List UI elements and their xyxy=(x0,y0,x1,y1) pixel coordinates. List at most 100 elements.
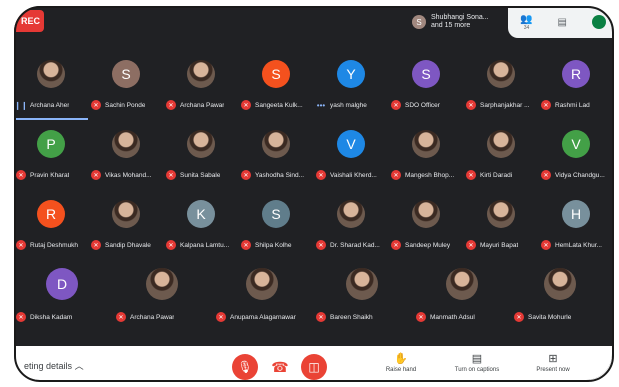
participant-tile[interactable]: ✕ Manmath Adsul xyxy=(416,268,508,330)
participant-name: Diksha Kadam xyxy=(30,313,73,321)
participant-label: ✕ Vidya Chandgu... xyxy=(541,169,612,181)
self-avatar-icon xyxy=(591,15,606,29)
participant-tile[interactable]: ✕ Dr. Sharad Kad... xyxy=(316,200,386,258)
participant-tile[interactable]: V ✕ Vaishali Kherd... xyxy=(316,130,386,188)
participant-tile[interactable]: ✕ Kirti Daradi xyxy=(466,130,536,188)
people-icon: 👥 xyxy=(520,13,533,25)
participant-avatar: D xyxy=(46,268,78,300)
participant-tile[interactable]: S ✕ Sachin Ponde xyxy=(91,60,161,118)
mic-muted-icon: ✕ xyxy=(316,170,326,180)
captions-icon: ▤ xyxy=(471,353,483,365)
participant-tile[interactable]: ✕ Savita Mohurle xyxy=(514,268,606,330)
participant-tile[interactable]: ✕ Mangesh Bhop... xyxy=(391,130,461,188)
mic-muted-icon: ✕ xyxy=(514,312,524,322)
mic-muted-icon: ✕ xyxy=(91,100,101,110)
self-view[interactable] xyxy=(591,15,606,29)
participant-name: Dr. Sharad Kad... xyxy=(330,241,380,249)
present-button[interactable]: ⊞ Present now xyxy=(528,353,578,373)
participant-tile[interactable]: ❙❙ Archana Aher xyxy=(14,60,88,120)
participant-tile[interactable]: ✕ Bareen Shaikh xyxy=(316,268,408,330)
raise-hand-label: Raise hand xyxy=(385,367,417,373)
participant-photo xyxy=(146,268,178,300)
participant-tile[interactable]: ✕ Archana Pawar xyxy=(166,60,236,118)
mic-muted-icon: ✕ xyxy=(541,100,551,110)
participant-row: ❙❙ Archana Aher S ✕ Sachin Ponde ✕ Archana Paw… xyxy=(14,60,612,120)
mic-off-icon: 🎙 xyxy=(237,360,253,374)
participant-tile[interactable]: S ✕ Shilpa Kolhe xyxy=(241,200,311,258)
participant-photo xyxy=(112,200,140,228)
mic-muted-icon: ✕ xyxy=(91,170,101,180)
hang-up-icon: ☎ xyxy=(271,358,289,375)
participant-avatar: Y xyxy=(337,60,365,88)
participant-label: ✕ Shilpa Kolhe xyxy=(241,239,321,251)
camera-off-icon: ◫ xyxy=(308,360,320,374)
participant-name: Archana Pawar xyxy=(180,101,225,109)
mic-muted-icon: ✕ xyxy=(241,240,251,250)
mic-muted-icon: ✕ xyxy=(541,170,551,180)
participant-tile[interactable]: D ✕ Diksha Kadam xyxy=(16,268,108,330)
participant-name: Manmath Adsul xyxy=(430,313,475,321)
participant-tile[interactable]: S ✕ SDO Officer xyxy=(391,60,461,118)
participant-tile[interactable]: ✕ Sandip Dhavale xyxy=(91,200,161,258)
chat-button[interactable]: ▤ xyxy=(557,17,566,28)
participant-label: ✕ Rutaj Deshmukh xyxy=(16,239,96,251)
participant-tile[interactable]: ✕ Mayuri Bapat xyxy=(466,200,536,258)
mic-muted-icon: ✕ xyxy=(316,240,326,250)
presenter-chip[interactable]: S Shubhangi Sona... and 15 more xyxy=(412,9,508,35)
participant-tile[interactable]: ✕ Sandeep Muley xyxy=(391,200,461,258)
participant-label: ✕ Mayuri Bapat xyxy=(466,239,546,251)
raise-hand-button[interactable]: ✋ Raise hand xyxy=(376,353,426,373)
participant-tile[interactable]: R ✕ Rutaj Deshmukh xyxy=(16,200,86,258)
mic-muted-icon: ✕ xyxy=(391,240,401,250)
mic-muted-icon: ✕ xyxy=(466,170,476,180)
participant-name: Kirti Daradi xyxy=(480,171,513,179)
participant-photo xyxy=(112,130,140,158)
participant-avatar: S xyxy=(262,60,290,88)
participant-tile[interactable]: Y ••• yash malghe xyxy=(316,60,386,118)
meet-window: REC S Shubhangi Sona... and 15 more 👥 34… xyxy=(0,0,619,387)
meeting-details-button[interactable]: eting details ︿ xyxy=(24,359,84,372)
participant-photo xyxy=(412,130,440,158)
leave-call-button[interactable]: ☎ xyxy=(267,354,293,380)
participant-tile[interactable]: S ✕ Sangeeta Kulk... xyxy=(241,60,311,118)
present-icon: ⊞ xyxy=(548,353,558,365)
captions-button[interactable]: ▤ Turn on captions xyxy=(452,353,502,373)
participant-name: Rutaj Deshmukh xyxy=(30,241,79,249)
participant-tile[interactable]: ✕ Vikas Mohand... xyxy=(91,130,161,188)
participant-label: ✕ Vaishali Kherd... xyxy=(316,169,396,181)
participant-photo xyxy=(37,60,65,88)
participant-label: ••• yash malghe xyxy=(316,99,396,111)
participant-label: ✕ Sunita Sabale xyxy=(166,169,246,181)
people-button[interactable]: 👥 34 xyxy=(520,14,532,31)
participant-tile[interactable]: H ✕ HemLata Khur... xyxy=(541,200,611,258)
present-label: Present now xyxy=(536,367,570,373)
participant-tile[interactable]: R ✕ Rashmi Lad xyxy=(541,60,611,118)
presenter-text: Shubhangi Sona... and 15 more xyxy=(431,14,489,30)
speaking-icon: ❙❙ xyxy=(14,100,28,110)
participant-avatar: K xyxy=(187,200,215,228)
participant-tile[interactable]: ✕ Sarphanjakhar ... xyxy=(466,60,536,118)
mic-muted-icon: ✕ xyxy=(216,312,226,322)
participant-tile[interactable]: ✕ Archana Pawar xyxy=(116,268,208,330)
participant-tile[interactable]: ✕ Anupama Alagarnawar xyxy=(216,268,308,330)
participant-label: ✕ Dr. Sharad Kad... xyxy=(316,239,396,251)
participant-photo xyxy=(446,268,478,300)
participant-label: ✕ Yashodha Sind... xyxy=(241,169,321,181)
participant-photo xyxy=(412,200,440,228)
participant-tile[interactable]: P ✕ Pravin Kharat xyxy=(16,130,86,188)
participant-name: Bareen Shaikh xyxy=(330,313,373,321)
mic-toggle-button[interactable]: 🎙 xyxy=(232,354,258,380)
participant-avatar: S xyxy=(262,200,290,228)
mic-muted-icon: ✕ xyxy=(116,312,126,322)
bottom-bar: eting details ︿ 🎙 ☎ ◫ ✋ Raise hand ▤ Tur… xyxy=(14,346,612,380)
participant-label: ✕ Archana Pawar xyxy=(116,311,196,323)
participant-tile[interactable]: ✕ Sunita Sabale xyxy=(166,130,236,188)
participant-tile[interactable]: K ✕ Kalpana Lamtu... xyxy=(166,200,236,258)
participant-name: Sandip Dhavale xyxy=(105,241,151,249)
participant-name: Yashodha Sind... xyxy=(255,171,305,179)
participant-tile[interactable]: ✕ Yashodha Sind... xyxy=(241,130,311,188)
camera-toggle-button[interactable]: ◫ xyxy=(301,354,327,380)
participant-name: Mayuri Bapat xyxy=(480,241,519,249)
participant-label: ✕ Archana Pawar xyxy=(166,99,246,111)
participant-tile[interactable]: V ✕ Vidya Chandgu... xyxy=(541,130,611,188)
